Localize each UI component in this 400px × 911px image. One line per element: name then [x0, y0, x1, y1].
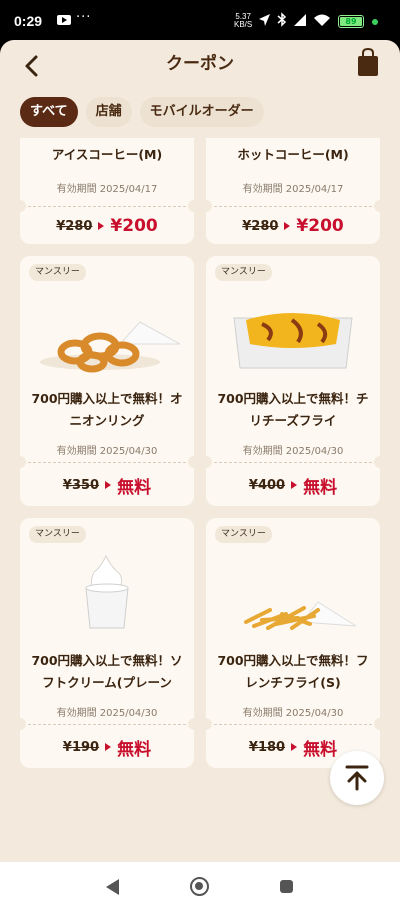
scroll-to-top-button[interactable]	[330, 751, 384, 805]
shopping-bag-icon[interactable]	[356, 48, 380, 78]
arrow-icon	[284, 222, 291, 230]
signal-icon	[294, 13, 306, 26]
arrow-icon	[98, 222, 105, 230]
nav-back-icon[interactable]	[106, 879, 119, 895]
coupon-card[interactable]: ホットコーヒー(M) 有効期間 2025/04/17 ¥280 ¥200	[206, 138, 380, 244]
tab-store[interactable]: 店舗	[85, 97, 132, 127]
onion-rings-image	[40, 321, 181, 373]
nav-recents-icon[interactable]	[280, 880, 293, 893]
network-speed: 5.37 KB/S	[234, 12, 253, 29]
charging-dot	[372, 19, 378, 25]
coupon-card[interactable]: アイスコーヒー(M) 有効期間 2025/04/17 ¥280 ¥200	[20, 138, 194, 244]
coupon-name: 700円購入以上で無料！オ ニオンリング	[31, 391, 183, 428]
coupon-validity: 有効期間 2025/04/17	[242, 184, 344, 195]
coupon-card[interactable]: マンスリー 700円購入以上で無料！ソ フトクリーム(プレーン 有効期間 2025…	[20, 518, 194, 768]
monthly-badge: マンスリー	[29, 526, 86, 543]
coupon-validity: 有効期間 2025/04/30	[242, 708, 344, 719]
chili-cheese-fries-image	[233, 313, 353, 369]
coupon-card[interactable]: マンスリー 700円購入以上で無料！チ リチーズフライ 有効期間 2025/04/…	[206, 256, 380, 506]
soft-serve-image	[85, 554, 129, 629]
coupon-price: ¥190 無料	[20, 732, 194, 762]
coupon-validity: 有効期間 2025/04/30	[242, 446, 344, 457]
coupon-list: アイスコーヒー(M) 有効期間 2025/04/17 ¥280 ¥200 ホット…	[20, 138, 380, 778]
tab-all[interactable]: すべて	[20, 97, 78, 127]
discount-price: ¥200	[110, 216, 158, 236]
system-nav-bar	[0, 862, 400, 911]
discount-price: ¥200	[296, 216, 344, 236]
discount-price: 無料	[117, 739, 152, 760]
coupon-validity: 有効期間 2025/04/17	[56, 184, 158, 195]
original-price: ¥280	[56, 218, 93, 234]
bluetooth-icon	[277, 12, 287, 27]
page-title: クーポン	[166, 54, 234, 74]
coupon-card[interactable]: マンスリー 700円購入以上で無料！フ レンチフライ(S) 有効期間 2025/0…	[206, 518, 380, 768]
original-price: ¥180	[248, 739, 286, 755]
scroll-to-top-icon	[345, 765, 369, 791]
original-price: ¥350	[62, 477, 100, 493]
coupon-price: ¥350 無料	[20, 470, 194, 500]
filter-tabs: すべて 店舗 モバイルオーダー	[20, 97, 264, 127]
arrow-icon	[105, 481, 112, 489]
coupon-price: ¥400 無料	[206, 470, 380, 500]
youtube-icon	[57, 15, 71, 25]
monthly-badge: マンスリー	[215, 526, 272, 543]
tab-mobile-order[interactable]: モバイルオーダー	[139, 97, 264, 127]
arrow-icon	[291, 743, 298, 751]
more-notifications-icon: ···	[76, 10, 92, 25]
nav-home-icon[interactable]	[190, 877, 209, 896]
coupon-name: ホットコーヒー(M)	[237, 147, 349, 162]
coupon-name: アイスコーヒー(M)	[51, 147, 163, 162]
coupon-price: ¥280 ¥200	[206, 212, 380, 240]
discount-price: 無料	[303, 477, 338, 498]
coupon-price: ¥280 ¥200	[20, 212, 194, 240]
monthly-badge: マンスリー	[215, 264, 272, 281]
arrow-icon	[105, 743, 112, 751]
french-fries-image	[244, 601, 357, 630]
original-price: ¥280	[242, 218, 279, 234]
coupon-validity: 有効期間 2025/04/30	[56, 446, 158, 457]
coupon-name: 700円購入以上で無料！チ リチーズフライ	[217, 391, 369, 428]
monthly-badge: マンスリー	[29, 264, 86, 281]
original-price: ¥400	[248, 477, 286, 493]
coupon-name: 700円購入以上で無料！フ レンチフライ(S)	[217, 653, 369, 690]
status-bar: 0:29 ··· 5.37 KB/S 89	[0, 0, 400, 42]
coupon-name: 700円購入以上で無料！ソ フトクリーム(プレーン	[31, 653, 183, 690]
coupon-card[interactable]: マンスリー 700円購入以上で無料！オ ニオンリング 有効期間 2025/04/3…	[20, 256, 194, 506]
battery-icon: 89	[338, 15, 364, 28]
wifi-icon	[314, 14, 330, 26]
coupon-screen: クーポン すべて 店舗 モバイルオーダー アイスコーヒー(M) 有効期間 202…	[0, 40, 400, 862]
arrow-icon	[291, 481, 298, 489]
coupon-validity: 有効期間 2025/04/30	[56, 708, 158, 719]
header: クーポン	[0, 40, 400, 92]
discount-price: 無料	[117, 477, 152, 498]
original-price: ¥190	[62, 739, 100, 755]
location-icon	[259, 13, 270, 26]
status-time: 0:29	[14, 13, 43, 29]
